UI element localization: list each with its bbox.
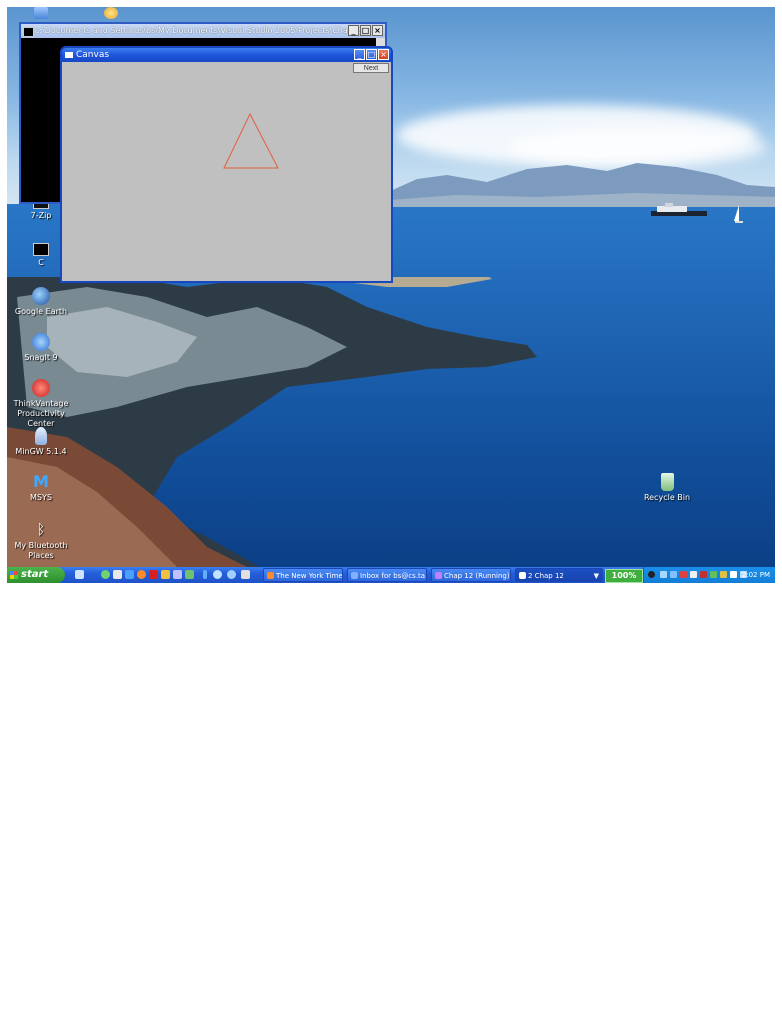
installer-icon <box>35 427 47 445</box>
close-button[interactable]: × <box>372 25 383 36</box>
taskbar-task-chap12-group[interactable]: 2 Chap 12 ▼ <box>515 568 603 582</box>
desktop-icon-google-earth[interactable]: Google Earth <box>7 287 77 317</box>
tray-icon[interactable] <box>660 571 667 578</box>
canvas-client-area[interactable]: Next <box>62 62 391 281</box>
desktop-screen: 7-Zip C Google Earth SnagIt 9 ThinkVanta… <box>7 7 775 583</box>
desktop-icon-top[interactable] <box>7 7 77 21</box>
desktop-icon-label: MSYS <box>30 493 52 502</box>
tray-icon[interactable] <box>710 571 717 578</box>
task-label: The New York Times... <box>276 572 343 580</box>
msys-icon: M <box>33 472 49 491</box>
desktop-icon-label: Google Earth <box>14 307 68 316</box>
console-icon <box>33 243 49 256</box>
window-icon <box>519 572 526 579</box>
mail-icon <box>351 572 358 579</box>
snagit-icon <box>32 333 50 351</box>
desktop-icon-label: C <box>38 258 44 267</box>
desktop-icon-label: MinGW 5.1.4 <box>15 447 67 456</box>
wallpaper-mountains <box>377 163 775 207</box>
desktop-icon-mingw[interactable]: MinGW 5.1.4 <box>7 427 77 457</box>
firefox-icon[interactable] <box>137 570 146 579</box>
quicklaunch-icon[interactable] <box>213 570 222 579</box>
close-button[interactable]: × <box>378 49 389 60</box>
globe-icon <box>32 287 50 305</box>
system-tray: 2:02 PM <box>643 567 775 583</box>
quicklaunch-icon[interactable] <box>203 570 207 579</box>
maximize-button[interactable]: □ <box>366 49 377 60</box>
canvas-window[interactable]: Canvas _ □ × Next <box>60 46 393 283</box>
taskbar: start The New York Times... Inbox for bs… <box>7 567 775 583</box>
canvas-titlebar[interactable]: Canvas _ □ × <box>62 48 391 62</box>
task-label: Chap 12 (Running) ... <box>444 572 510 580</box>
console-icon <box>23 27 34 37</box>
quicklaunch-icon[interactable] <box>227 570 236 579</box>
visual-studio-icon <box>435 572 442 579</box>
desktop-icon-label: My Bluetooth Places <box>14 541 68 560</box>
show-desktop-icon[interactable] <box>75 570 84 579</box>
task-label: 2 Chap 12 <box>528 572 564 580</box>
tray-icon[interactable] <box>700 571 707 578</box>
taskbar-task-nytimes[interactable]: The New York Times... <box>263 568 343 582</box>
taskbar-task-chap12-running[interactable]: Chap 12 (Running) ... <box>431 568 511 582</box>
desktop-icon-msys[interactable]: M MSYS <box>7 473 77 503</box>
chevron-down-icon: ▼ <box>593 572 599 580</box>
tray-icon[interactable] <box>720 571 727 578</box>
clock: 2:02 PM <box>741 571 770 579</box>
thinkvantage-icon <box>32 379 50 397</box>
quicklaunch-icon[interactable] <box>161 570 170 579</box>
desktop-icon-thinkvantage[interactable]: ThinkVantage Productivity Center <box>7 379 77 429</box>
console-title: c:\Documents and Settings\bs\My Document… <box>35 26 364 35</box>
quicklaunch-icon[interactable] <box>101 570 110 579</box>
task-label: Inbox for bs@cs.ta... <box>360 572 427 580</box>
console-titlebar[interactable]: c:\Documents and Settings\bs\My Document… <box>21 24 385 38</box>
tray-icon[interactable] <box>670 571 677 578</box>
windows-flag-icon <box>10 571 18 579</box>
battery-indicator[interactable]: 100% <box>605 569 643 583</box>
desktop-icon-bluetooth[interactable]: ᛒ My Bluetooth Places <box>7 521 77 561</box>
quicklaunch-icon[interactable] <box>149 570 158 579</box>
bluetooth-icon: ᛒ <box>36 522 46 538</box>
boat-image <box>651 203 707 216</box>
recycle-bin-icon <box>660 473 674 491</box>
desktop-icon-label: SnagIt 9 <box>24 353 58 362</box>
next-button[interactable]: Next <box>353 63 389 73</box>
tray-icon[interactable] <box>730 571 737 578</box>
quicklaunch-icon[interactable] <box>113 570 122 579</box>
start-button[interactable]: start <box>7 567 65 583</box>
desktop-icon-recycle-bin[interactable]: Recycle Bin <box>631 473 703 503</box>
minimize-button[interactable]: _ <box>354 49 365 60</box>
start-label: start <box>21 569 49 580</box>
desktop-icon-snagit[interactable]: SnagIt 9 <box>7 333 77 363</box>
tray-icon[interactable] <box>648 571 655 578</box>
triangle-shape <box>223 112 279 169</box>
desktop-icon-label: ThinkVantage Productivity Center <box>13 399 69 428</box>
tray-icon[interactable] <box>680 571 687 578</box>
sailboat-image <box>734 205 743 223</box>
desktop-icon-label: 7-Zip <box>30 211 52 220</box>
quicklaunch-icon[interactable] <box>125 570 134 579</box>
quicklaunch-icon[interactable] <box>173 570 182 579</box>
taskbar-task-inbox[interactable]: Inbox for bs@cs.ta... <box>347 568 427 582</box>
network-icon <box>104 7 118 19</box>
desktop-icon-network[interactable] <box>75 7 147 21</box>
tray-icon[interactable] <box>690 571 697 578</box>
maximize-button[interactable]: □ <box>360 25 371 36</box>
firefox-icon <box>267 572 274 579</box>
canvas-title: Canvas <box>76 50 110 60</box>
computer-icon <box>34 7 48 19</box>
quicklaunch-icon[interactable] <box>185 570 194 579</box>
quicklaunch-icon[interactable] <box>241 570 250 579</box>
wallpaper-rocks <box>7 277 537 583</box>
window-icon <box>65 52 73 58</box>
desktop-icon-label: Recycle Bin <box>643 493 691 502</box>
minimize-button[interactable]: _ <box>348 25 359 36</box>
